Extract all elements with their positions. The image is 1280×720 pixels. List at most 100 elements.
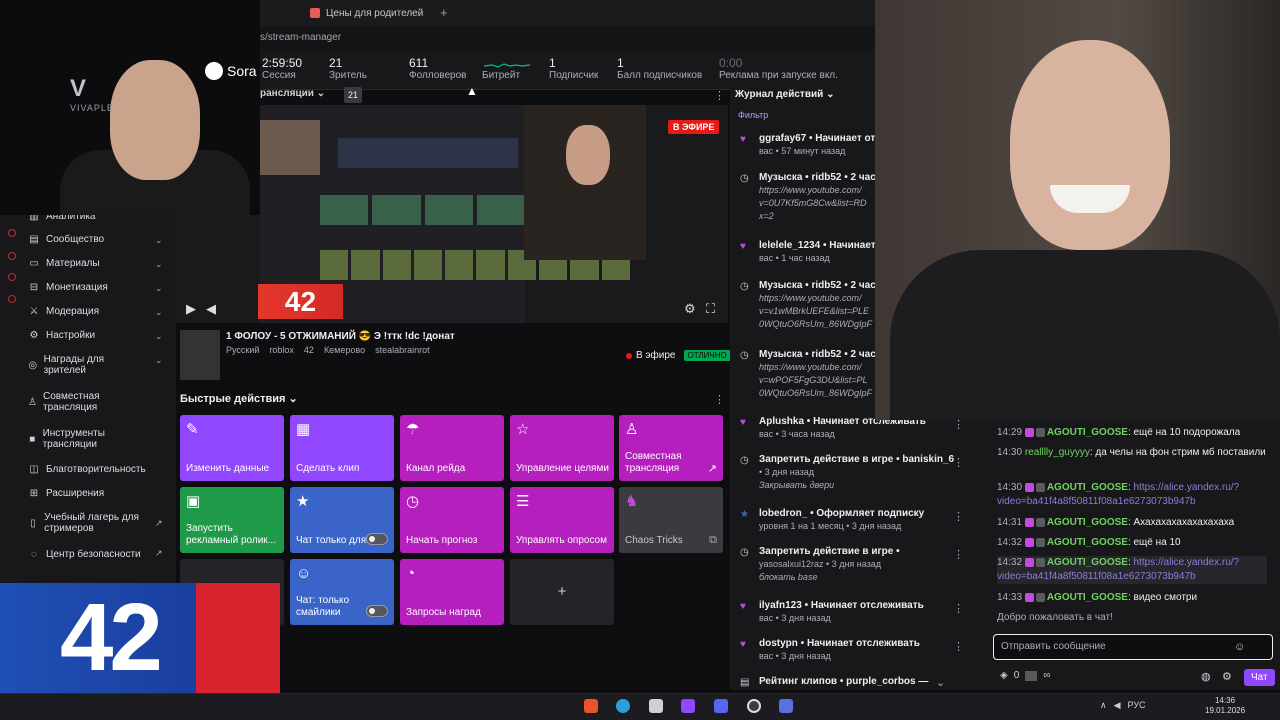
sidebar-item-charity[interactable]: ◫ Благотворительность	[28, 464, 145, 475]
chat-send-button[interactable]: Чат	[1244, 669, 1275, 686]
qa-make-clip[interactable]: ▦ Сделать клип	[290, 415, 394, 481]
shield-icon[interactable]: ◍	[1201, 670, 1211, 683]
webcam2-person-face	[1010, 40, 1170, 250]
obs-icon[interactable]	[747, 699, 761, 713]
qa-emote-only-chat[interactable]: ☺ Чат: только смайлики	[290, 559, 394, 625]
chevron-down-icon: ⌄	[316, 88, 326, 99]
webcam-person-face	[110, 60, 200, 180]
chevron-up-icon[interactable]: ∧	[1100, 700, 1107, 711]
chevron-down-icon: ⌄	[155, 355, 163, 365]
qa-poll[interactable]: ☰ Управлять опросом	[510, 487, 614, 553]
taskbar-app-icon[interactable]	[584, 699, 598, 713]
qa-goals[interactable]: ☆ Управление целями	[510, 415, 614, 481]
tab-title: Цены для родителей	[326, 7, 424, 19]
webcam2-person-body	[890, 250, 1280, 420]
qa-edit-info[interactable]: ✎ Изменить данные	[180, 415, 284, 481]
sidebar-item-moderation[interactable]: ⚔ Модерация	[28, 306, 100, 317]
activity-feed-header[interactable]: Журнал действий ⌄	[735, 89, 834, 100]
poll-icon: ☰	[516, 493, 530, 510]
item-more-icon[interactable]: ⋮	[953, 602, 964, 615]
play-icon[interactable]: ▶	[186, 301, 196, 317]
preview-section-header[interactable]: рансляции ⌄	[260, 88, 325, 104]
sub-only-toggle[interactable]	[366, 533, 388, 545]
music-icon: ◷	[740, 350, 749, 361]
shield-icon: ◌	[31, 549, 37, 560]
sub-badge-icon	[1024, 557, 1034, 567]
emote-picker-icon[interactable]: ☺	[1234, 641, 1245, 653]
mouse-cursor-icon: ▲	[466, 84, 478, 98]
tag[interactable]: roblox	[269, 345, 294, 355]
chat-input[interactable]: Отправить сообщение	[993, 634, 1273, 660]
sidebar-rail-icon[interactable]	[8, 295, 16, 303]
lang-indicator[interactable]: РУС	[1128, 700, 1146, 711]
prediction-icon: ◷	[406, 493, 420, 510]
stat-bitrate: Битрейт	[482, 70, 521, 81]
discord-icon[interactable]	[714, 699, 728, 713]
chat-message: 14:30 realllly_guyyyy: да челы на фон ст…	[997, 447, 1266, 458]
qa-collab[interactable]: ♙ Совместная трансляция ↗	[619, 415, 723, 481]
category-box-art[interactable]	[180, 330, 220, 380]
sidebar-item-extensions[interactable]: ⊞ Расширения	[28, 488, 104, 499]
item-more-icon[interactable]: ⋮	[953, 548, 964, 561]
star-icon: ★	[740, 509, 749, 520]
sub-badge-icon	[1024, 592, 1034, 602]
fullscreen-icon[interactable]: ⛶	[706, 301, 715, 317]
sidebar-item-stream-tools[interactable]: ■ Инструменты трансляции	[28, 428, 128, 450]
sidebar-rail-icon[interactable]	[8, 252, 16, 260]
gear-icon: ⚙	[29, 330, 39, 341]
volume-icon[interactable]: ◀	[206, 301, 216, 317]
telegram-icon[interactable]	[616, 699, 630, 713]
qa-reward-requests[interactable]: ◔ Запросы наград	[400, 559, 504, 625]
sidebar-rail-icon[interactable]	[8, 273, 16, 281]
chevron-down-icon[interactable]: ⌄	[936, 676, 945, 689]
system-tray: ∧ ◀ РУС	[1100, 700, 1146, 711]
sidebar-item-settings[interactable]: ⚙ Настройки	[28, 330, 96, 341]
gear-icon[interactable]: ⚙	[1222, 670, 1232, 683]
tag[interactable]: Кемерово	[324, 345, 365, 355]
sidebar-item-monetization[interactable]: ⊟ Монетизация	[28, 282, 108, 293]
health-badge: ОТЛИЧНО	[683, 350, 731, 361]
browser-tab[interactable]: Цены для родителей	[310, 4, 423, 22]
emote-only-toggle[interactable]	[366, 605, 388, 617]
sidebar-item-bootcamp[interactable]: ▯ Учебный лагерь для стримеров	[28, 512, 168, 534]
qa-prediction[interactable]: ◷ Начать прогноз	[400, 487, 504, 553]
quick-actions-more-icon[interactable]: ⋮	[714, 393, 725, 406]
stream-tags: Русский roblox 42 Кемерово stealabrainro…	[226, 345, 430, 355]
tag[interactable]: stealabrainrot	[375, 345, 430, 355]
activity-filter[interactable]: Фильтр	[738, 110, 768, 120]
qa-chaos-tricks[interactable]: ♞ Chaos Tricks ⧉	[619, 487, 723, 553]
sidebar-rail-icon[interactable]	[8, 229, 16, 237]
sidebar-item-viewer-rewards[interactable]: ◎ Награды для зрителей	[28, 354, 128, 376]
settings-gear-icon[interactable]: ⚙	[684, 301, 696, 317]
sidebar-item-community[interactable]: ▤ Сообщество	[28, 234, 104, 245]
item-more-icon[interactable]: ⋮	[953, 640, 964, 653]
tag[interactable]: Русский	[226, 345, 259, 355]
sword-icon: ⚔	[29, 306, 39, 317]
chevron-down-icon: ⌄	[155, 283, 163, 293]
clapper-icon: ▦	[296, 421, 311, 438]
sidebar-item-collab[interactable]: ♙ Совместная трансляция	[28, 391, 128, 413]
qa-run-ad[interactable]: ▣ Запустить рекламный ролик...	[180, 487, 284, 553]
preview-more-icon[interactable]: ⋮	[714, 89, 725, 102]
charity-icon: ◫	[29, 464, 39, 475]
add-user-icon: ♙	[28, 396, 37, 408]
chevron-down-icon: ⌄	[155, 307, 163, 317]
qa-sub-only-chat[interactable]: ★ Чат только для...	[290, 487, 394, 553]
speaker-icon[interactable]: ◀	[1114, 700, 1121, 711]
sidebar-item-safety[interactable]: ◌ Центр безопасности	[28, 549, 141, 560]
points-icon[interactable]: ◈	[1000, 670, 1008, 681]
qa-add-button[interactable]: +	[510, 559, 614, 625]
tag[interactable]: 42	[304, 345, 314, 355]
quick-actions-header[interactable]: Быстрые действия ⌄	[180, 392, 298, 405]
badge-icon	[1035, 427, 1045, 437]
new-tab-button[interactable]: +	[440, 5, 448, 20]
taskbar-app-icon[interactable]	[649, 699, 663, 713]
taskbar-app-icon[interactable]	[779, 699, 793, 713]
taskbar-clock[interactable]: 14:36 19.01.2026	[1205, 696, 1245, 716]
sidebar-item-content[interactable]: ▭ Материалы	[28, 258, 99, 269]
live-badge: В ЭФИРЕ	[668, 120, 720, 134]
twitch-icon[interactable]	[681, 699, 695, 713]
item-more-icon[interactable]: ⋮	[953, 456, 964, 469]
qa-raid[interactable]: ☂ Канал рейда	[400, 415, 504, 481]
item-more-icon[interactable]: ⋮	[953, 510, 964, 523]
